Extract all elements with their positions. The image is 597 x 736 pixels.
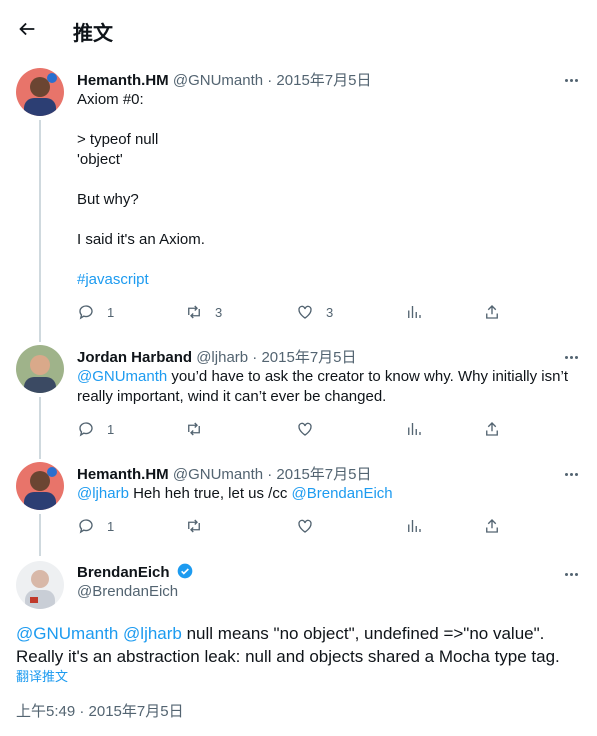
retweet-button[interactable]: 3	[185, 302, 222, 322]
tweet-line: But why?	[77, 191, 139, 208]
tweet-header: Hemanth.HM @GNUmanth · 2015年7月5日	[77, 69, 371, 90]
tweet-line: 'object'	[77, 151, 123, 168]
tweet-text: Axiom #0: > typeof null 'object' But why…	[77, 90, 587, 290]
author-handle[interactable]: @ljharb	[196, 349, 248, 366]
like-count: 3	[326, 304, 334, 320]
retweet-button[interactable]	[185, 419, 203, 439]
tweet-date[interactable]: · 2015年7月5日	[263, 466, 371, 483]
header: 推文	[0, 0, 597, 57]
reply-icon	[79, 519, 93, 534]
verified-badge-icon	[177, 563, 193, 579]
author-name-text: BrendanEich	[77, 564, 170, 581]
author-name[interactable]: BrendanEich	[77, 563, 193, 581]
tweet-line-blank	[77, 210, 587, 230]
more-options-icon[interactable]	[564, 69, 582, 87]
retweet-icon	[188, 422, 200, 436]
reply-count: 1	[107, 304, 115, 320]
tweet-line: > typeof null	[77, 131, 159, 148]
author-handle[interactable]: @BrendanEich	[77, 583, 178, 600]
avatar[interactable]	[16, 345, 64, 393]
mention-link[interactable]: @GNUmanth	[16, 624, 118, 643]
reply-icon	[79, 422, 93, 437]
reply-count: 1	[107, 421, 115, 437]
views-button[interactable]	[405, 419, 423, 439]
action-bar: 1	[77, 419, 517, 439]
tweet-date[interactable]: · 2015年7月5日	[263, 72, 371, 89]
thread-line	[39, 120, 41, 342]
tweet-line-blank	[77, 250, 587, 270]
tweet-text: @GNUmanth you’d have to ask the creator …	[77, 367, 587, 407]
page-title: 推文	[73, 23, 113, 45]
retweet-icon	[188, 305, 200, 319]
author-name[interactable]: Hemanth.HM	[77, 466, 169, 483]
tweet-text: @GNUmanth @ljharb null means "no object"…	[16, 622, 586, 668]
heart-icon	[298, 305, 312, 319]
like-button[interactable]	[296, 419, 314, 439]
share-button[interactable]	[483, 419, 501, 439]
author-name[interactable]: Jordan Harband	[77, 349, 192, 366]
tweet-text: @ljharb Heh heh true, let us /cc @Brenda…	[77, 484, 587, 504]
tweet-line: I said it's an Axiom.	[77, 231, 205, 248]
like-button[interactable]	[296, 516, 314, 536]
heart-icon	[298, 519, 312, 533]
more-options-icon[interactable]	[564, 463, 582, 481]
share-button[interactable]	[483, 516, 501, 536]
author-name[interactable]: Hemanth.HM	[77, 72, 169, 89]
views-button[interactable]	[405, 302, 423, 322]
retweet-icon	[188, 519, 200, 533]
views-button[interactable]	[405, 516, 423, 536]
author-handle[interactable]: @GNUmanth	[173, 72, 263, 89]
tweet-text-content: Heh heh true, let us /cc	[128, 485, 292, 502]
tweet-header: Jordan Harband @ljharb · 2015年7月5日	[77, 346, 357, 367]
tweet-line-blank	[77, 170, 587, 190]
thread-line	[39, 514, 41, 556]
reply-button[interactable]: 1	[77, 516, 114, 536]
mention-link[interactable]: @BrendanEich	[292, 485, 393, 502]
heart-icon	[298, 422, 312, 436]
share-button[interactable]	[483, 302, 501, 322]
analytics-icon	[408, 306, 421, 318]
tweet-header: Hemanth.HM @GNUmanth · 2015年7月5日	[77, 463, 371, 484]
share-icon	[486, 305, 498, 319]
tweet-timestamp[interactable]: 上午5:49 · 2015年7月5日	[16, 700, 184, 721]
analytics-icon	[408, 423, 421, 435]
action-bar: 1 3 3	[77, 302, 517, 322]
avatar[interactable]	[16, 462, 64, 510]
thread-line	[39, 397, 41, 459]
author-handle[interactable]: @GNUmanth	[173, 466, 263, 483]
back-arrow-icon[interactable]	[16, 18, 38, 40]
like-button[interactable]: 3	[296, 302, 333, 322]
action-bar: 1	[77, 516, 517, 536]
reply-button[interactable]: 1	[77, 419, 114, 439]
reply-button[interactable]: 1	[77, 302, 114, 322]
avatar[interactable]	[16, 561, 64, 609]
translate-tweet-link[interactable]: 翻译推文	[16, 666, 68, 685]
mention-link[interactable]: @ljharb	[123, 624, 182, 643]
tweet-line-blank	[77, 110, 587, 130]
hashtag-link[interactable]: #javascript	[77, 271, 149, 288]
reply-count: 1	[107, 518, 115, 534]
tweet-line: Axiom #0:	[77, 91, 144, 108]
analytics-icon	[408, 520, 421, 532]
reply-icon	[79, 305, 93, 320]
share-icon	[486, 519, 498, 533]
more-options-icon[interactable]	[564, 563, 582, 581]
more-options-icon[interactable]	[564, 346, 582, 364]
tweet-date[interactable]: · 2015年7月5日	[248, 349, 356, 366]
mention-link[interactable]: @ljharb	[77, 485, 129, 502]
avatar[interactable]	[16, 68, 64, 116]
share-icon	[486, 422, 498, 436]
retweet-count: 3	[215, 304, 223, 320]
mention-link[interactable]: @GNUmanth	[77, 368, 167, 385]
retweet-button[interactable]	[185, 516, 203, 536]
